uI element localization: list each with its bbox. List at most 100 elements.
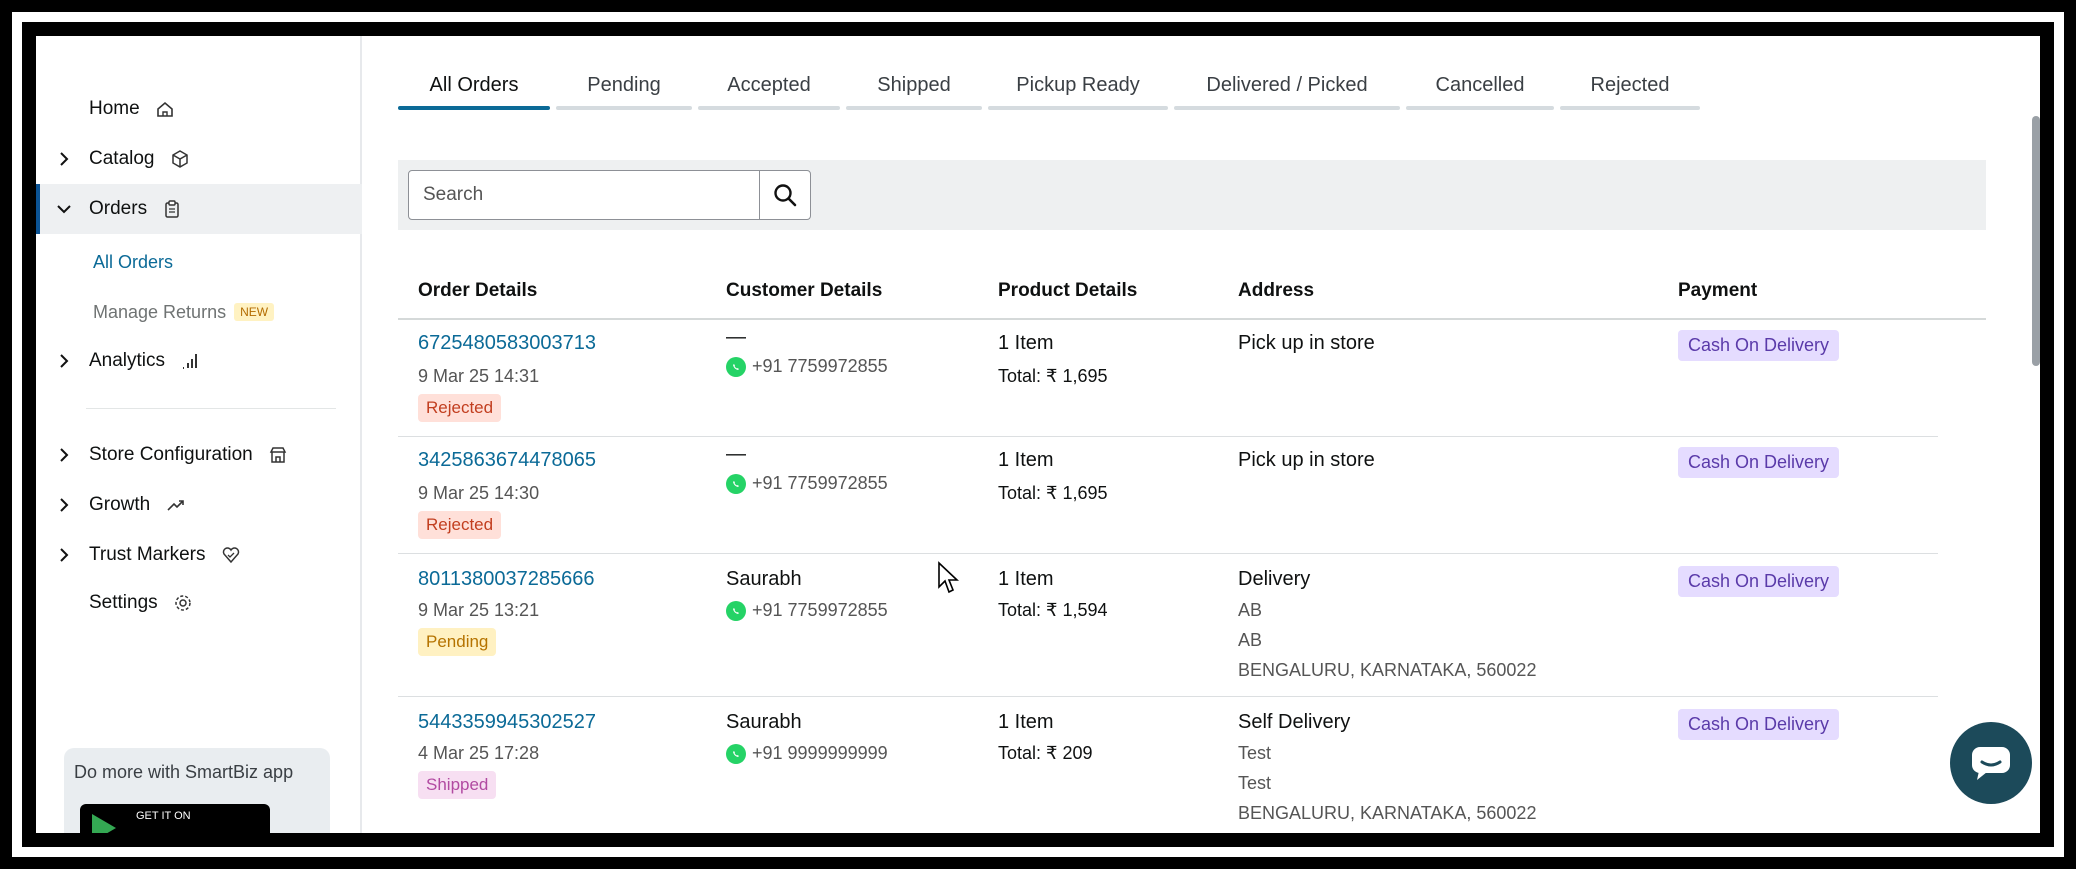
chevron-down-icon [54,184,74,234]
gear-icon [175,595,191,611]
google-play-badge[interactable]: GET IT ON [80,804,270,833]
order-date: 4 Mar 25 17:28 [418,743,540,763]
sidebar-item-label: Trust Markers [89,544,206,565]
chevron-right-icon [54,134,74,184]
customer-phone: +91 7759972855 [726,473,888,494]
whatsapp-icon [726,743,746,764]
table-row[interactable]: 5443359945302527 4 Mar 25 17:28 Shipped … [398,697,1938,833]
sidebar-item-analytics[interactable]: Analytics [36,336,362,386]
app-screen: Home Catalog Orders All Orders Manage Re… [36,36,2040,833]
payment-badge: Cash On Delivery [1678,330,1840,361]
trend-up-icon [166,500,184,511]
customer-name: — [726,443,746,465]
sidebar-item-orders[interactable]: Orders [36,184,362,234]
sidebar-subitem-manage-returns[interactable]: Manage Returns NEW [93,302,275,323]
search-button[interactable] [759,170,811,220]
sidebar-item-home[interactable]: Home [36,84,362,134]
status-badge: Shipped [418,771,497,799]
chat-icon [1972,747,2010,780]
bar-chart-icon [183,353,198,369]
order-date: 9 Mar 25 13:21 [418,600,540,620]
item-count: 1 Item [998,449,1054,471]
sidebar-item-label: Catalog [89,148,155,169]
customer-phone: +91 7759972855 [726,356,888,377]
chevron-right-icon [54,336,74,386]
table-header: Order Details Customer Details Product D… [398,266,1986,320]
table-row[interactable]: 3425863674478065 9 Mar 25 14:30 Rejected… [398,437,1938,554]
sidebar-item-growth[interactable]: Growth [36,480,362,530]
sidebar-item-trust-markers[interactable]: Trust Markers [36,530,362,580]
order-total: Total: ₹ 1,594 [998,600,1108,620]
clipboard-icon [165,200,180,218]
address-type: Delivery [1238,568,1311,590]
mouse-cursor-icon [938,561,960,594]
sidebar: Home Catalog Orders All Orders Manage Re… [36,36,362,833]
order-id-link[interactable]: 8011380037285666 [418,568,594,591]
status-badge: Rejected [418,394,502,422]
whatsapp-icon [726,600,746,621]
promo-text: Do more with SmartBiz app [74,762,294,782]
home-icon [157,101,173,117]
phone-number: +91 7759972855 [752,600,888,620]
search-icon [774,184,797,207]
sidebar-item-store-configuration[interactable]: Store Configuration [36,430,362,480]
sidebar-item-label: Growth [89,494,151,515]
address-line-1: Test [1238,743,1272,763]
address-line-3: BENGALURU, KARNATAKA, 560022 [1238,803,1537,823]
manage-returns-label: Manage Returns [93,302,227,322]
chevron-right-icon [54,480,74,530]
status-badge: Rejected [418,511,502,539]
sidebar-item-catalog[interactable]: Catalog [36,134,362,184]
app-promo-card: Do more with SmartBiz app GET IT ON [64,748,330,833]
header-payment: Payment [1678,280,1758,301]
table-row[interactable]: 6725480583003713 9 Mar 25 14:31 Rejected… [398,320,1938,437]
sidebar-item-settings[interactable]: Settings [36,578,362,628]
sidebar-subitem-all-orders[interactable]: All Orders [93,252,173,273]
chat-button[interactable] [1950,722,2032,804]
phone-number: +91 9999999999 [752,743,888,763]
address-type: Self Delivery [1238,711,1351,733]
sidebar-item-label: Analytics [89,350,166,371]
vertical-scrollbar[interactable] [2032,116,2040,366]
sidebar-item-label: Store Configuration [89,444,253,465]
customer-phone: +91 7759972855 [726,600,888,621]
tab-accepted[interactable]: Accepted [698,66,840,110]
chevron-right-icon [54,430,74,480]
new-badge: NEW [234,303,275,321]
header-customer-details: Customer Details [726,280,883,301]
address-type: Pick up in store [1238,332,1375,354]
tab-cancelled[interactable]: Cancelled [1406,66,1554,110]
search-bar [398,160,1986,230]
customer-phone: +91 9999999999 [726,743,888,764]
tab-delivered-picked[interactable]: Delivered / Picked [1174,66,1400,110]
order-id-link[interactable]: 6725480583003713 [418,332,596,355]
item-count: 1 Item [998,332,1054,354]
chevron-right-icon [54,530,74,580]
order-id-link[interactable]: 3425863674478065 [418,449,596,472]
table-row[interactable]: 8011380037285666 9 Mar 25 13:21 Pending … [398,554,1938,697]
customer-name: Saurabh [726,711,802,733]
order-date: 9 Mar 25 14:30 [418,483,540,503]
payment-badge: Cash On Delivery [1678,709,1840,740]
phone-number: +91 7759972855 [752,356,888,376]
main-content: All Orders Pending Accepted Shipped Pick… [362,36,2040,833]
item-count: 1 Item [998,711,1054,733]
play-badge-text: GET IT ON [136,810,191,822]
header-product-details: Product Details [998,280,1138,301]
address-line-2: Test [1238,773,1272,793]
tab-pending[interactable]: Pending [556,66,692,110]
payment-badge: Cash On Delivery [1678,447,1840,478]
order-total: Total: ₹ 209 [998,743,1093,763]
address-type: Pick up in store [1238,449,1375,471]
order-id-link[interactable]: 5443359945302527 [418,711,596,734]
tab-rejected[interactable]: Rejected [1560,66,1700,110]
tab-pickup-ready[interactable]: Pickup Ready [988,66,1168,110]
tab-shipped[interactable]: Shipped [846,66,982,110]
search-input[interactable] [408,170,760,220]
status-badge: Pending [418,628,497,656]
sidebar-item-label: Settings [89,592,158,613]
order-date: 9 Mar 25 14:31 [418,366,540,386]
address-line-2: AB [1238,630,1263,650]
tab-all-orders[interactable]: All Orders [398,66,550,110]
sidebar-item-label: Orders [89,198,148,219]
